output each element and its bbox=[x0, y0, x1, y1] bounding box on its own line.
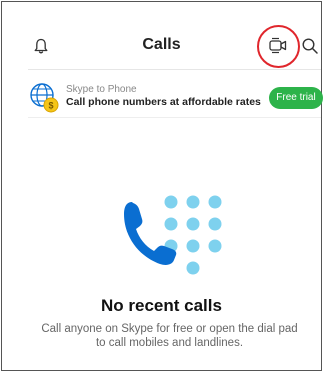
promo-divider bbox=[28, 117, 321, 118]
header-divider bbox=[28, 69, 321, 70]
header: Calls bbox=[2, 2, 321, 68]
promo-subtitle: Call phone numbers at affordable rates bbox=[66, 96, 261, 108]
svg-text:$: $ bbox=[48, 101, 53, 111]
highlight-circle bbox=[257, 25, 300, 68]
empty-state-title: No recent calls bbox=[101, 296, 222, 315]
promo-title: Skype to Phone bbox=[66, 84, 137, 95]
calls-screen: Calls $ Skype to Phone Call phone number… bbox=[1, 1, 324, 371]
search-icon[interactable] bbox=[301, 37, 319, 55]
phone-dialpad-icon bbox=[124, 195, 222, 275]
free-trial-button[interactable]: Free trial bbox=[269, 87, 323, 109]
empty-state-description: Call anyone on Skype for free or open th… bbox=[41, 323, 298, 349]
globe-coin-icon: $ bbox=[30, 83, 59, 113]
skype-to-phone-banner[interactable]: $ Skype to Phone Call phone numbers at a… bbox=[26, 78, 324, 114]
